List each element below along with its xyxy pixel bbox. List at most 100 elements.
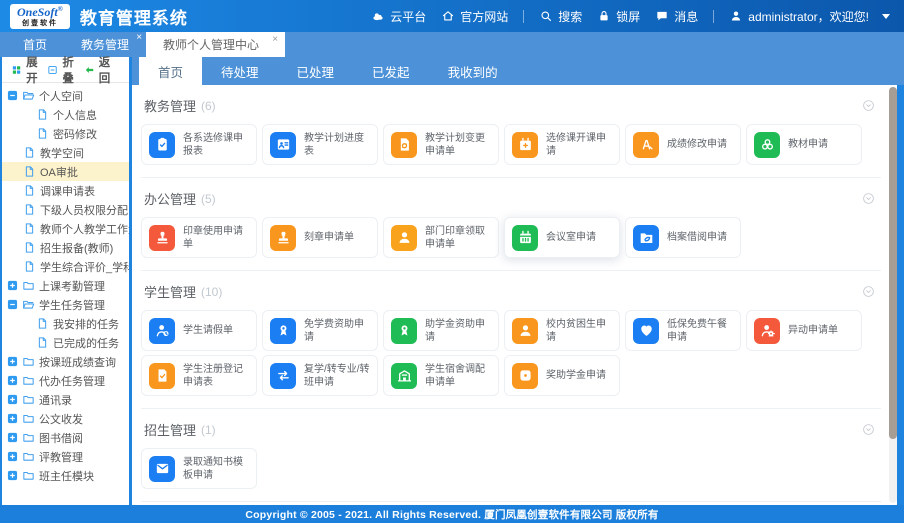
- sidebar-expand-label: 展开: [26, 54, 47, 86]
- file-icon: [36, 336, 49, 349]
- card-icon-badge: [633, 318, 659, 344]
- scrollbar-thumb[interactable]: [889, 87, 897, 439]
- card-label: 教学计划进度表: [304, 132, 370, 158]
- app-card-0-2[interactable]: 教学计划变更申请单: [383, 124, 499, 165]
- section-count: (10): [201, 285, 222, 299]
- folder-open-icon: [22, 298, 35, 311]
- toggle-plus-icon: [7, 394, 18, 405]
- tree-item-19[interactable]: 评教管理: [2, 447, 129, 466]
- logo-subtitle: 创壹软件: [17, 20, 63, 27]
- sidebar-collapse-button[interactable]: 折叠: [47, 54, 83, 86]
- user-menu[interactable]: administrator，欢迎您!: [729, 8, 890, 25]
- main-tab-1[interactable]: 待处理: [202, 57, 278, 85]
- tree-item-15[interactable]: 代办任务管理: [2, 371, 129, 390]
- tree-item-3[interactable]: 教学空间: [2, 143, 129, 162]
- tree-item-13[interactable]: 已完成的任务: [2, 333, 129, 352]
- content-row: 展开折叠返回 个人空间个人信息密码修改教学空间 OA审批调课申请表下级人员权限分配…: [0, 57, 904, 505]
- card-icon-badge: [512, 318, 538, 344]
- caret-down-icon: [882, 14, 890, 19]
- card-label: 选修课开课申请: [546, 132, 612, 158]
- toggle-plus-icon: [7, 432, 18, 443]
- file-icon: [23, 165, 36, 178]
- app-card-2-6[interactable]: 学生注册登记申请表: [141, 355, 257, 396]
- app-card-1-1[interactable]: 刻章申请单: [262, 217, 378, 258]
- app-card-2-8[interactable]: 学生宿舍调配申请单: [383, 355, 499, 396]
- tree-item-12[interactable]: 我安排的任务: [2, 314, 129, 333]
- tree-item-14[interactable]: 按课班成绩查询: [2, 352, 129, 371]
- app-card-1-2[interactable]: 部门印章领取申请单: [383, 217, 499, 258]
- close-icon[interactable]: ×: [272, 35, 278, 45]
- folder-icon: [22, 450, 35, 463]
- app-card-1-3[interactable]: 会议室申请: [504, 217, 620, 258]
- sidebar-expand-button[interactable]: 展开: [11, 54, 47, 86]
- toggle-plus-icon: [7, 375, 18, 386]
- app-card-3-0[interactable]: 录取通知书模板申请: [141, 448, 257, 489]
- tree-item-5[interactable]: 调课申请表: [2, 181, 129, 200]
- tree-item-9[interactable]: 学生综合评价_学科评价: [2, 257, 129, 276]
- topbar-divider: [523, 10, 524, 23]
- chevron-circle-icon: [862, 423, 875, 436]
- app-card-2-0[interactable]: 学生请假单: [141, 310, 257, 351]
- section-collapse-button[interactable]: [862, 423, 875, 436]
- main-tab-3[interactable]: 已发起: [353, 57, 429, 85]
- main-tab-0[interactable]: 首页: [139, 57, 202, 85]
- tree-item-label: 代办任务管理: [39, 373, 105, 389]
- window-tab-1[interactable]: 教务管理 ×: [64, 32, 146, 57]
- tree-item-6[interactable]: 下级人员权限分配: [2, 200, 129, 219]
- window-tab-0[interactable]: 首页: [6, 32, 64, 57]
- card-label: 各系选修课申报表: [183, 132, 249, 158]
- topbar-divider: [713, 10, 714, 23]
- app-card-1-0[interactable]: 印章使用申请单: [141, 217, 257, 258]
- sidebar-back-button[interactable]: 返回: [84, 54, 120, 86]
- main-tab-2[interactable]: 已处理: [278, 57, 354, 85]
- close-icon[interactable]: ×: [136, 33, 142, 43]
- app-card-2-1[interactable]: 免学费资助申请: [262, 310, 378, 351]
- archive-icon: [638, 229, 655, 246]
- window-tab-2[interactable]: 教师个人管理中心 ×: [146, 32, 285, 57]
- app-card-2-2[interactable]: 助学金资助申请: [383, 310, 499, 351]
- app-card-2-4[interactable]: 低保免费午餐申请: [625, 310, 741, 351]
- topbar-lock-screen[interactable]: 锁屏: [597, 8, 640, 25]
- tree-item-17[interactable]: 公文收发: [2, 409, 129, 428]
- file-icon: [23, 146, 36, 159]
- card-icon-badge: [149, 132, 175, 158]
- app-card-0-3[interactable]: 选修课开课申请: [504, 124, 620, 165]
- tree-item-7[interactable]: 教师个人教学工作量登记表: [2, 219, 129, 238]
- file-icon: [36, 108, 49, 121]
- app-card-2-3[interactable]: 校内贫困生申请: [504, 310, 620, 351]
- tree-item-2[interactable]: 密码修改: [2, 124, 129, 143]
- app-card-2-5[interactable]: 异动申请单: [746, 310, 862, 351]
- app-card-0-5[interactable]: 教材申请: [746, 124, 862, 165]
- section-collapse-button[interactable]: [862, 285, 875, 298]
- window-tab-bar: 首页 教务管理 × 教师个人管理中心 ×: [0, 32, 904, 57]
- topbar-search[interactable]: 搜索: [539, 8, 582, 25]
- topbar-cloud-platform[interactable]: 云平台: [371, 8, 426, 25]
- section-title: 招生管理: [144, 420, 196, 439]
- folder-icon: [22, 393, 35, 406]
- section-collapse-button[interactable]: [862, 99, 875, 112]
- toggle-plus-icon: [7, 356, 18, 367]
- copyright-text: Copyright © 2005 - 2021. All Rights Rese…: [245, 507, 658, 522]
- tree-item-11[interactable]: 学生任务管理: [2, 295, 129, 314]
- section-collapse-button[interactable]: [862, 192, 875, 205]
- app-card-2-9[interactable]: 奖助学金申请: [504, 355, 620, 396]
- tree-item-0[interactable]: 个人空间: [2, 86, 129, 105]
- tree-item-20[interactable]: 班主任模块: [2, 466, 129, 485]
- toggle-plus-icon: [7, 413, 18, 424]
- app-card-0-1[interactable]: 教学计划进度表: [262, 124, 378, 165]
- topbar-messages[interactable]: 消息: [655, 8, 698, 25]
- tree-item-18[interactable]: 图书借阅: [2, 428, 129, 447]
- app-card-0-4[interactable]: 成绩修改申请: [625, 124, 741, 165]
- tree-item-1[interactable]: 个人信息: [2, 105, 129, 124]
- topbar-official-site[interactable]: 官方网站: [441, 8, 508, 25]
- tree-item-8[interactable]: 招生报备(教师): [2, 238, 129, 257]
- app-card-0-0[interactable]: 各系选修课申报表: [141, 124, 257, 165]
- tree-item-16[interactable]: 通讯录: [2, 390, 129, 409]
- tree-item-10[interactable]: 上课考勤管理: [2, 276, 129, 295]
- tree-item-label: OA审批: [40, 164, 78, 180]
- main-tab-4[interactable]: 我收到的: [429, 57, 517, 85]
- app-card-2-7[interactable]: 复学/转专业/转班申请: [262, 355, 378, 396]
- scrollbar[interactable]: [889, 87, 897, 503]
- app-card-1-4[interactable]: 档案借阅申请: [625, 217, 741, 258]
- tree-item-4[interactable]: OA审批: [2, 162, 129, 181]
